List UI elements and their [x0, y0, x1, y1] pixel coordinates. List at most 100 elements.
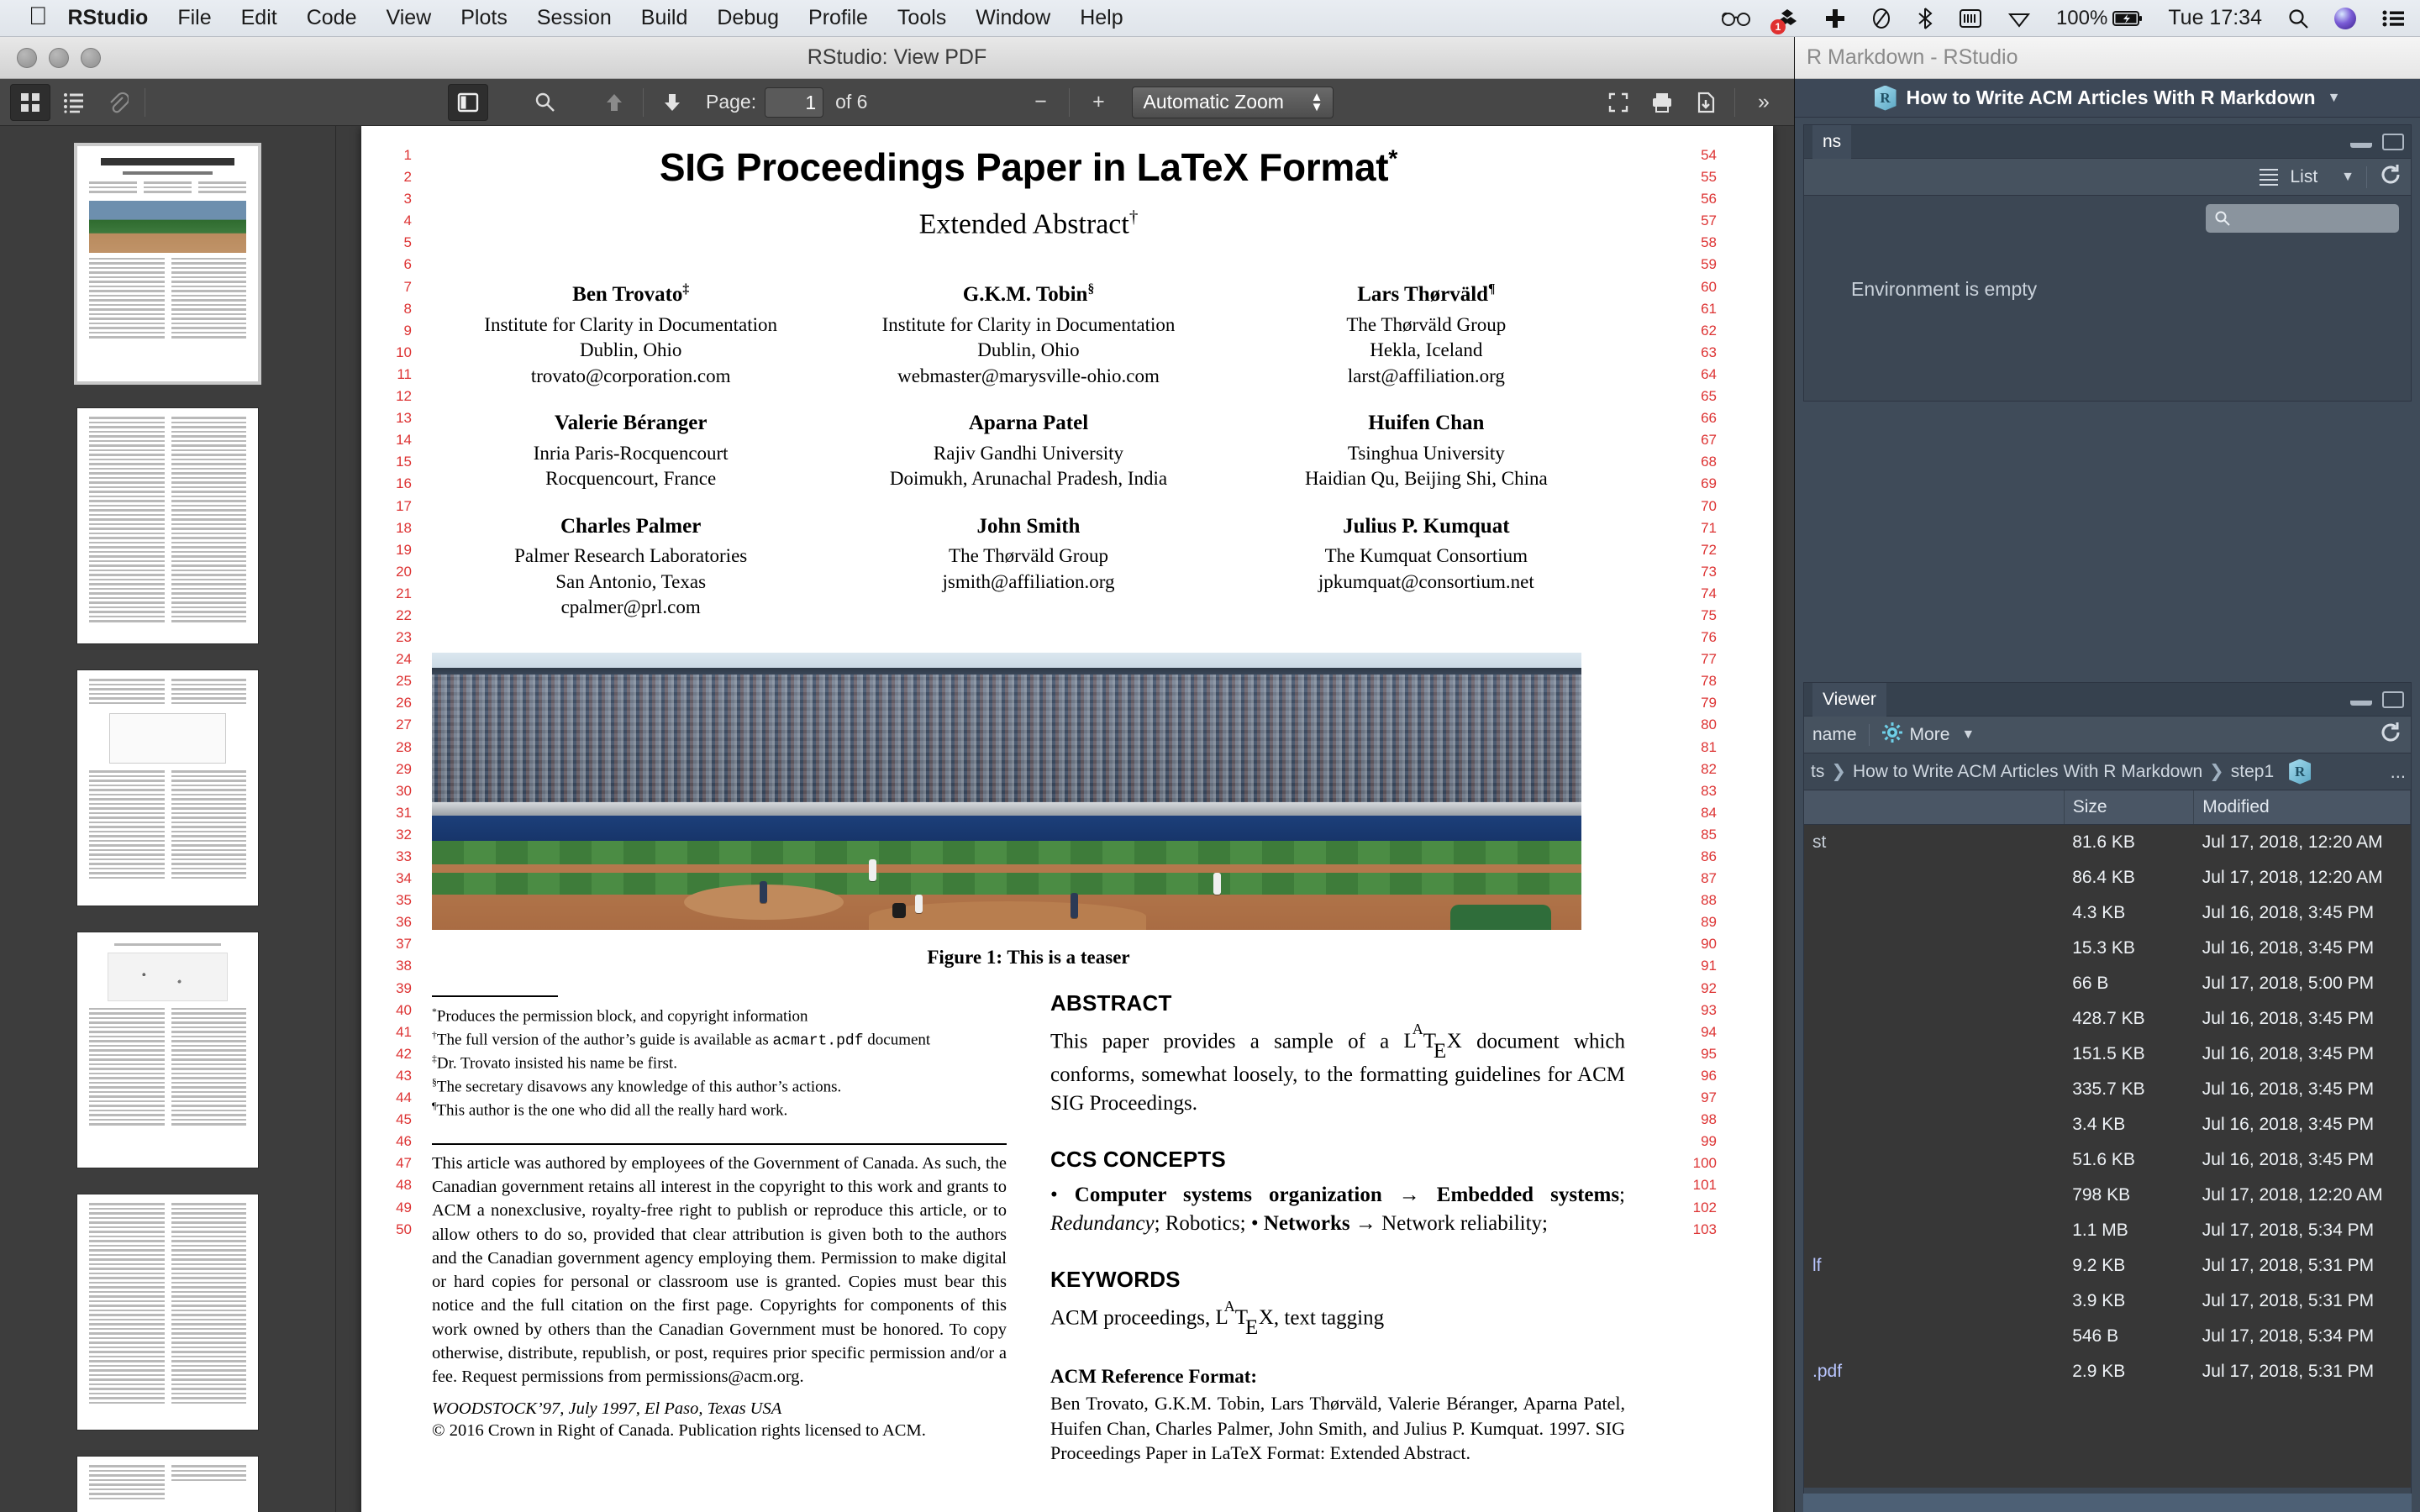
table-row[interactable]: 4.3 KB Jul 16, 2018, 3:45 PM: [1804, 895, 2411, 931]
menu-item-build[interactable]: Build: [641, 6, 688, 30]
pdf-thumbnail-page-2[interactable]: [77, 408, 258, 643]
list-view-icon[interactable]: [2260, 165, 2279, 189]
file-name-cell[interactable]: [1804, 931, 2065, 966]
maximize-pane-icon[interactable]: [2382, 133, 2404, 150]
menu-item-code[interactable]: Code: [307, 6, 357, 30]
more-button[interactable]: More: [1910, 725, 1950, 745]
file-name-cell[interactable]: [1804, 1037, 2065, 1072]
spotlight-search-icon[interactable]: [2287, 8, 2309, 29]
teardrop-icon[interactable]: [1871, 8, 1891, 29]
refresh-icon[interactable]: [2379, 163, 2402, 192]
refresh-icon[interactable]: [2379, 721, 2402, 749]
breadcrumb-overflow[interactable]: ...: [2391, 761, 2406, 783]
file-name-cell[interactable]: [1804, 895, 2065, 931]
more-tools-button[interactable]: »: [1744, 84, 1784, 121]
file-name-cell[interactable]: [1804, 966, 2065, 1001]
pdf-thumbnail-page-3[interactable]: [77, 670, 258, 906]
gear-icon[interactable]: [1881, 722, 1903, 748]
table-row[interactable]: 86.4 KB Jul 17, 2018, 12:20 AM: [1804, 860, 2411, 895]
file-name-cell[interactable]: [1804, 1284, 2065, 1319]
menu-item-view[interactable]: View: [386, 6, 431, 30]
rstudio-project-tab[interactable]: R How to Write ACM Articles With R Markd…: [1795, 79, 2420, 118]
table-row[interactable]: 51.6 KB Jul 16, 2018, 3:45 PM: [1804, 1142, 2411, 1178]
table-row[interactable]: lf 9.2 KB Jul 17, 2018, 5:31 PM: [1804, 1248, 2411, 1284]
table-row[interactable]: 66 B Jul 17, 2018, 5:00 PM: [1804, 966, 2411, 1001]
table-row[interactable]: 798 KB Jul 17, 2018, 12:20 AM: [1804, 1178, 2411, 1213]
close-window-button[interactable]: [17, 47, 37, 68]
download-icon[interactable]: [1686, 84, 1726, 121]
find-icon[interactable]: [525, 84, 566, 121]
file-name-cell[interactable]: lf: [1804, 1248, 2065, 1284]
siri-icon[interactable]: [2334, 7, 2356, 29]
tab-viewer[interactable]: Viewer: [1812, 682, 1886, 717]
maximize-pane-icon[interactable]: [2382, 690, 2404, 708]
page-number-input[interactable]: 1: [765, 87, 824, 118]
zoom-window-button[interactable]: [81, 47, 101, 68]
files-table-container[interactable]: Size Modified st 81.6 KB Jul 17, 2018, 12:…: [1804, 790, 2411, 1488]
table-row[interactable]: 3.9 KB Jul 17, 2018, 5:31 PM: [1804, 1284, 2411, 1319]
breadcrumb-item-1[interactable]: How to Write ACM Articles With R Markdow…: [1853, 762, 2202, 782]
pdf-thumbnail-page-1[interactable]: [77, 146, 258, 381]
chevron-down-icon[interactable]: ▼: [2341, 170, 2354, 185]
chevron-down-icon[interactable]: ▼: [1961, 727, 1975, 743]
minimize-pane-icon[interactable]: [2350, 694, 2372, 706]
rename-button[interactable]: name: [1812, 725, 1857, 745]
control-center-icon[interactable]: [2381, 8, 2405, 29]
file-name-cell[interactable]: [1804, 1142, 2065, 1178]
col-modified[interactable]: Modified: [2193, 790, 2411, 825]
file-name-cell[interactable]: [1804, 1213, 2065, 1248]
breadcrumb-item-0[interactable]: ts: [1811, 762, 1824, 782]
menu-item-window[interactable]: Window: [976, 6, 1050, 30]
attachments-icon[interactable]: [97, 84, 138, 121]
wifi-icon[interactable]: [2007, 8, 2031, 29]
next-page-icon[interactable]: [652, 84, 692, 121]
previous-page-icon[interactable]: [594, 84, 634, 121]
file-name-cell[interactable]: [1804, 1319, 2065, 1354]
col-size[interactable]: Size: [2064, 790, 2195, 825]
chevron-down-icon[interactable]: ▼: [2328, 91, 2341, 106]
table-row[interactable]: 15.3 KB Jul 16, 2018, 3:45 PM: [1804, 931, 2411, 966]
print-icon[interactable]: [1642, 84, 1682, 121]
minimize-pane-icon[interactable]: [2350, 136, 2372, 148]
battery-status[interactable]: 100%: [2056, 7, 2143, 30]
zoom-in-button[interactable]: +: [1078, 84, 1118, 121]
file-name-cell[interactable]: [1804, 1001, 2065, 1037]
file-name-cell[interactable]: [1804, 860, 2065, 895]
file-name-cell[interactable]: [1804, 1072, 2065, 1107]
file-name-cell[interactable]: [1804, 1107, 2065, 1142]
pdf-thumbnail-sidebar[interactable]: [0, 126, 336, 1512]
document-outline-icon[interactable]: [54, 84, 94, 121]
pdf-thumbnail-page-6[interactable]: [77, 1457, 258, 1512]
plus-cross-icon[interactable]: [1824, 8, 1846, 29]
file-name-cell[interactable]: [1804, 1178, 2065, 1213]
dropbox-icon[interactable]: 1: [1770, 8, 1799, 34]
menu-item-rstudio[interactable]: RStudio: [68, 6, 149, 30]
menu-item-session[interactable]: Session: [537, 6, 612, 30]
menubar-clock[interactable]: Tue 17:34: [2168, 6, 2262, 30]
file-name-cell[interactable]: .pdf: [1804, 1354, 2065, 1389]
presentation-mode-icon[interactable]: [1598, 84, 1639, 121]
view-mode-label[interactable]: List: [2290, 167, 2317, 187]
menu-item-help[interactable]: Help: [1080, 6, 1123, 30]
pdf-thumbnail-page-5[interactable]: [77, 1194, 258, 1430]
table-row[interactable]: 546 B Jul 17, 2018, 5:34 PM: [1804, 1319, 2411, 1354]
glasses-icon[interactable]: [1721, 9, 1750, 28]
pdf-scroll-area[interactable]: 1 2 3 4 5 6 7 8 9 10 11 12 13 14 15 16 17 18 19 20 21 22 23 24 2…: [336, 126, 1794, 1512]
menu-item-debug[interactable]: Debug: [717, 6, 779, 30]
table-row[interactable]: 335.7 KB Jul 16, 2018, 3:45 PM: [1804, 1072, 2411, 1107]
table-row[interactable]: 151.5 KB Jul 16, 2018, 3:45 PM: [1804, 1037, 2411, 1072]
minimize-window-button[interactable]: [49, 47, 69, 68]
table-row[interactable]: .pdf 2.9 KB Jul 17, 2018, 5:31 PM: [1804, 1354, 2411, 1389]
tab-connections[interactable]: ns: [1812, 124, 1852, 159]
menu-item-plots[interactable]: Plots: [460, 6, 508, 30]
thumbnails-view-icon[interactable]: [10, 83, 50, 121]
table-row[interactable]: 3.4 KB Jul 16, 2018, 3:45 PM: [1804, 1107, 2411, 1142]
col-name[interactable]: [1804, 790, 2065, 825]
bluetooth-icon[interactable]: [1917, 7, 1933, 29]
breadcrumb-item-2[interactable]: step1: [2231, 762, 2274, 782]
menu-item-tools[interactable]: Tools: [897, 6, 946, 30]
menu-item-file[interactable]: File: [177, 6, 211, 30]
zoom-level-select[interactable]: Automatic Zoom ▲ ▼: [1132, 86, 1334, 118]
file-name-cell[interactable]: st: [1804, 824, 2065, 860]
apple-logo-icon[interactable]: : [29, 3, 48, 29]
